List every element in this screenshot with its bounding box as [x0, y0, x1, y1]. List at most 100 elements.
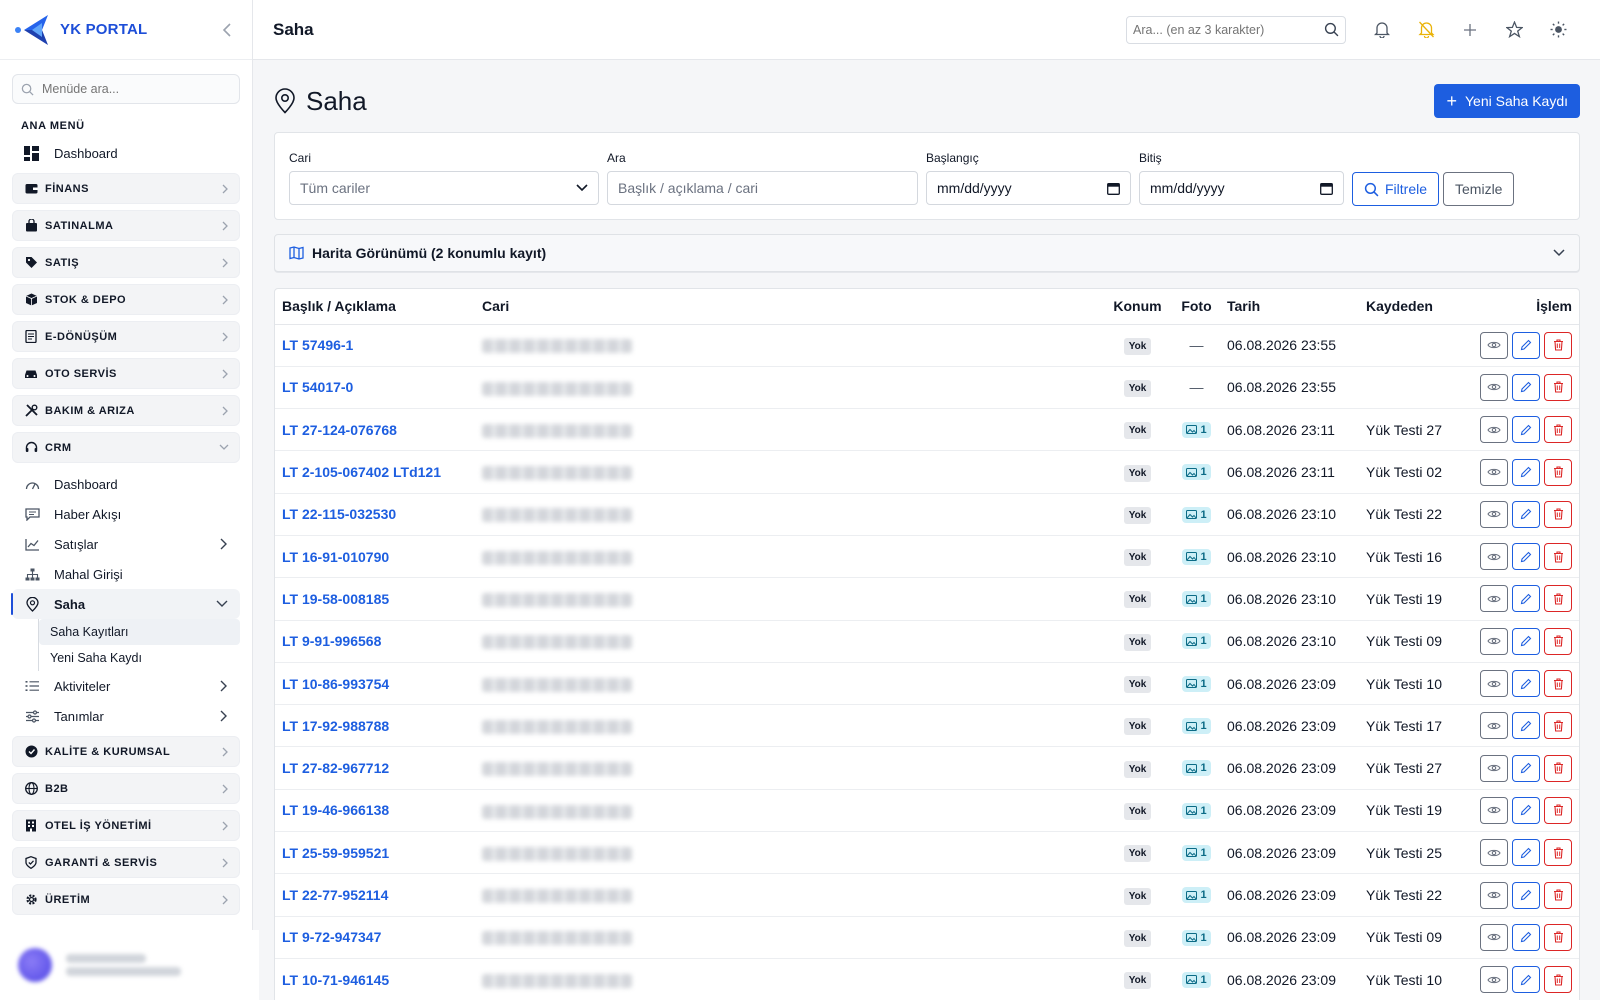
delete-button[interactable]: [1544, 627, 1572, 655]
add-button[interactable]: [1448, 16, 1492, 44]
view-button[interactable]: [1480, 500, 1508, 528]
global-search[interactable]: [1126, 15, 1346, 44]
delete-button[interactable]: [1544, 670, 1572, 698]
calendar-icon[interactable]: [1320, 182, 1333, 195]
sidebar-item-dashboard[interactable]: Dashboard: [12, 138, 240, 168]
sidebar-group-sati[interactable]: SATIŞ: [12, 247, 240, 278]
view-button[interactable]: [1480, 839, 1508, 867]
ara-input[interactable]: Başlık / açıklama / cari: [607, 171, 918, 205]
delete-button[interactable]: [1544, 458, 1572, 486]
sidebar-group-b2b[interactable]: B2B: [12, 773, 240, 804]
notifications-button[interactable]: [1360, 16, 1404, 44]
record-title-link[interactable]: LT 25-59-959521: [282, 845, 389, 861]
view-button[interactable]: [1480, 796, 1508, 824]
delete-button[interactable]: [1544, 543, 1572, 571]
theme-toggle-button[interactable]: [1536, 16, 1580, 44]
record-title-link[interactable]: LT 10-86-993754: [282, 676, 389, 692]
search-icon[interactable]: [1324, 22, 1339, 37]
delete-button[interactable]: [1544, 839, 1572, 867]
edit-button[interactable]: [1512, 881, 1540, 909]
view-button[interactable]: [1480, 543, 1508, 571]
cari-select[interactable]: Tüm cariler: [289, 171, 599, 205]
end-date-input[interactable]: mm/dd/yyyy: [1139, 171, 1344, 205]
column-header[interactable]: Tarih: [1220, 289, 1359, 325]
view-button[interactable]: [1480, 754, 1508, 782]
edit-button[interactable]: [1512, 670, 1540, 698]
edit-button[interactable]: [1512, 373, 1540, 401]
delete-button[interactable]: [1544, 585, 1572, 613]
delete-button[interactable]: [1544, 500, 1572, 528]
edit-button[interactable]: [1512, 966, 1540, 994]
delete-button[interactable]: [1544, 796, 1572, 824]
mute-notifications-button[interactable]: [1404, 16, 1448, 44]
global-search-input[interactable]: [1133, 22, 1324, 37]
sidebar-group-stok-depo[interactable]: STOK & DEPO: [12, 284, 240, 315]
view-button[interactable]: [1480, 670, 1508, 698]
record-title-link[interactable]: LT 9-91-996568: [282, 633, 381, 649]
sidebar-item-tan-mlar[interactable]: Tanımlar: [12, 701, 240, 731]
delete-button[interactable]: [1544, 331, 1572, 359]
user-profile[interactable]: [0, 930, 259, 1000]
column-header[interactable]: Başlık / Açıklama: [275, 289, 475, 325]
column-header[interactable]: Cari: [475, 289, 1102, 325]
delete-button[interactable]: [1544, 966, 1572, 994]
favorites-button[interactable]: [1492, 16, 1536, 44]
sidebar-search[interactable]: [12, 74, 240, 104]
view-button[interactable]: [1480, 331, 1508, 359]
record-title-link[interactable]: LT 57496-1: [282, 337, 353, 353]
record-title-link[interactable]: LT 16-91-010790: [282, 549, 389, 565]
sidebar-item-mahal-giri-i[interactable]: Mahal Girişi: [12, 559, 240, 589]
sidebar-subitem-yeni-saha-kaydi[interactable]: Yeni Saha Kaydı: [39, 645, 240, 671]
map-view-toggle[interactable]: Harita Görünümü (2 konumlu kayıt): [274, 234, 1580, 272]
edit-button[interactable]: [1512, 923, 1540, 951]
start-date-input[interactable]: mm/dd/yyyy: [926, 171, 1131, 205]
sidebar-group-otel-i-y-neti-mi[interactable]: OTEL İŞ YÖNETİMİ: [12, 810, 240, 841]
edit-button[interactable]: [1512, 416, 1540, 444]
edit-button[interactable]: [1512, 331, 1540, 359]
clear-button[interactable]: Temizle: [1443, 172, 1515, 206]
delete-button[interactable]: [1544, 373, 1572, 401]
view-button[interactable]: [1480, 585, 1508, 613]
filter-button[interactable]: Filtrele: [1352, 172, 1440, 206]
new-field-record-button[interactable]: + Yeni Saha Kaydı: [1434, 84, 1580, 118]
record-title-link[interactable]: LT 10-71-946145: [282, 972, 389, 988]
sidebar-group-garanti-servi-s[interactable]: GARANTİ & SERVİS: [12, 847, 240, 878]
record-title-link[interactable]: LT 22-115-032530: [282, 506, 396, 522]
column-header[interactable]: Foto: [1173, 289, 1220, 325]
edit-button[interactable]: [1512, 585, 1540, 613]
delete-button[interactable]: [1544, 881, 1572, 909]
delete-button[interactable]: [1544, 754, 1572, 782]
edit-button[interactable]: [1512, 712, 1540, 740]
edit-button[interactable]: [1512, 543, 1540, 571]
sidebar-group-crm[interactable]: CRM: [12, 432, 240, 463]
delete-button[interactable]: [1544, 923, 1572, 951]
sidebar-group-e-d-n-m[interactable]: E-DÖNÜŞÜM: [12, 321, 240, 352]
view-button[interactable]: [1480, 923, 1508, 951]
sidebar-group-kali-te-kurumsal[interactable]: KALİTE & KURUMSAL: [12, 736, 240, 767]
edit-button[interactable]: [1512, 500, 1540, 528]
sidebar-item-sat-lar[interactable]: Satışlar: [12, 529, 240, 559]
record-title-link[interactable]: LT 19-58-008185: [282, 591, 389, 607]
record-title-link[interactable]: LT 9-72-947347: [282, 929, 381, 945]
view-button[interactable]: [1480, 416, 1508, 444]
edit-button[interactable]: [1512, 839, 1540, 867]
view-button[interactable]: [1480, 966, 1508, 994]
sidebar-subitem-saha-kayitlari[interactable]: Saha Kayıtları: [39, 619, 240, 645]
edit-button[interactable]: [1512, 458, 1540, 486]
delete-button[interactable]: [1544, 416, 1572, 444]
view-button[interactable]: [1480, 458, 1508, 486]
calendar-icon[interactable]: [1107, 182, 1120, 195]
column-header[interactable]: Konum: [1102, 289, 1173, 325]
delete-button[interactable]: [1544, 712, 1572, 740]
record-title-link[interactable]: LT 54017-0: [282, 379, 353, 395]
record-title-link[interactable]: LT 27-82-967712: [282, 760, 389, 776]
record-title-link[interactable]: LT 27-124-076768: [282, 422, 397, 438]
record-title-link[interactable]: LT 22-77-952114: [282, 887, 388, 903]
record-title-link[interactable]: LT 2-105-067402 LTd121: [282, 464, 441, 480]
collapse-sidebar-button[interactable]: [216, 19, 238, 41]
sidebar-group-bakim-ariza[interactable]: BAKIM & ARIZA: [12, 395, 240, 426]
sidebar-group-oto-servi-s[interactable]: OTO SERVİS: [12, 358, 240, 389]
record-title-link[interactable]: LT 17-92-988788: [282, 718, 389, 734]
sidebar-group-satinalma[interactable]: SATINALMA: [12, 210, 240, 241]
view-button[interactable]: [1480, 712, 1508, 740]
